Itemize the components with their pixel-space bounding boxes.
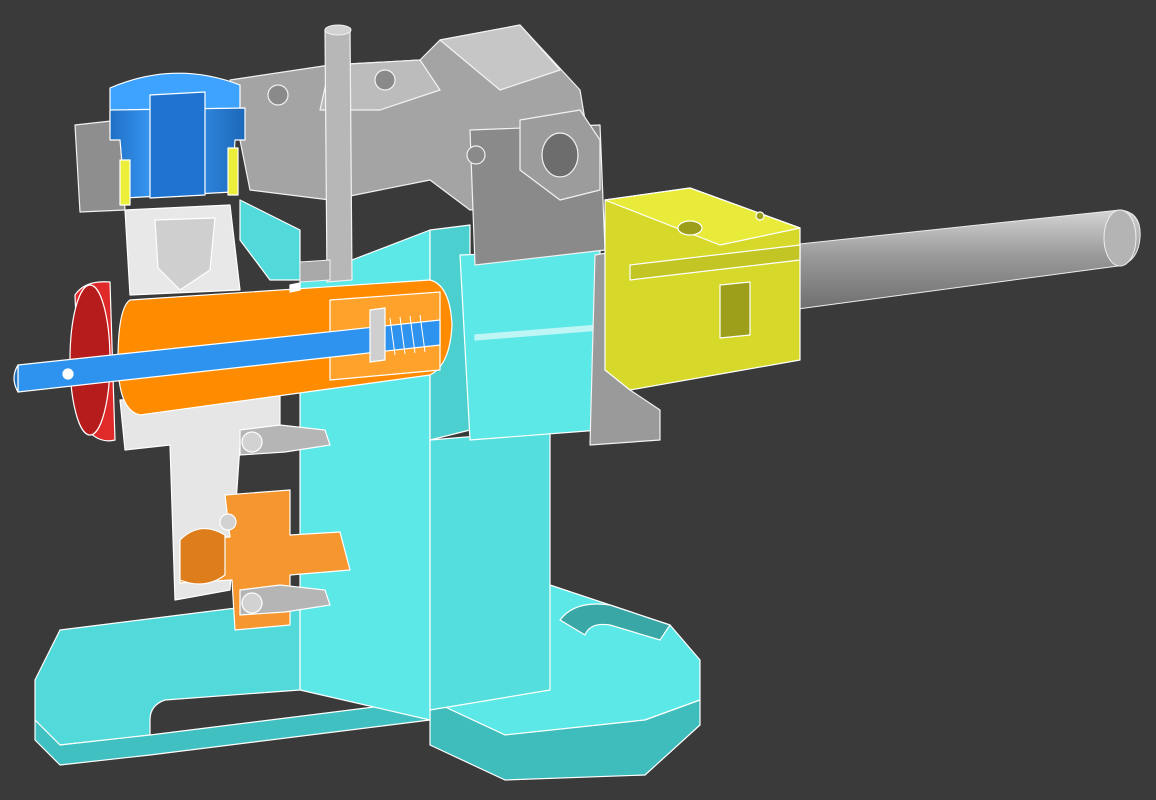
clamp-yoke[interactable] [604,187,801,391]
top-cylinder[interactable] [109,72,246,206]
cad-viewport[interactable] [0,0,1156,800]
cad-model-render[interactable] [0,0,1156,800]
